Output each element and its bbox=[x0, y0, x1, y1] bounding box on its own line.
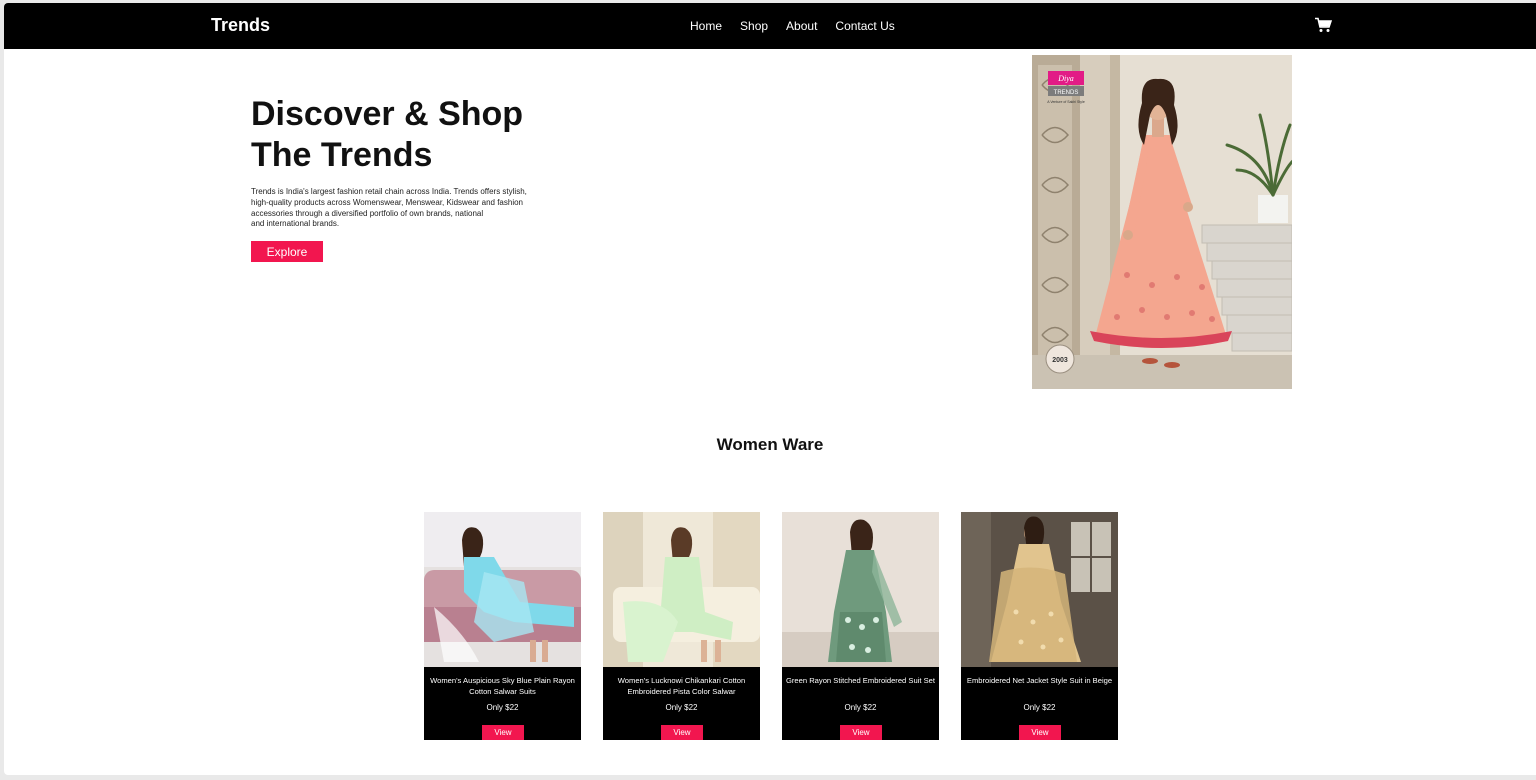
hero-description-line-1: Trends is India's largest fashion retail… bbox=[251, 187, 527, 196]
product-name: Green Rayon Stitched Embroidered Suit Se… bbox=[785, 676, 935, 685]
hero-image-art: Diya TRENDS A Venture of Sakhi Style 200… bbox=[1032, 55, 1292, 389]
hero-description: Trends is India's largest fashion retail… bbox=[251, 187, 551, 230]
product-card: Women's Lucknowi Chikankari Cotton Embro… bbox=[603, 512, 760, 740]
product-image[interactable] bbox=[782, 512, 939, 667]
product-image[interactable] bbox=[603, 512, 760, 667]
nav-link-home[interactable]: Home bbox=[690, 19, 722, 33]
page: Trends Home Shop About Contact Us Discov… bbox=[4, 3, 1536, 775]
hero-description-line-2: high-quality products across Womenswear,… bbox=[251, 197, 523, 207]
section-title: Women Ware bbox=[716, 435, 824, 454]
cart-icon bbox=[1315, 17, 1333, 32]
product-image[interactable] bbox=[961, 512, 1118, 667]
product-price: Only $22 bbox=[665, 703, 698, 712]
product-name: Women's Lucknowi Chikankari Cotton Embro… bbox=[617, 676, 746, 696]
badge-brand-label: TRENDS bbox=[1054, 90, 1079, 96]
product-image[interactable] bbox=[424, 512, 581, 667]
hero-title: Discover & Shop The Trends bbox=[251, 94, 581, 176]
view-button[interactable]: View bbox=[661, 725, 703, 740]
nav-link-about[interactable]: About bbox=[786, 19, 817, 33]
hero-description-line-4: and international brands. bbox=[251, 219, 340, 229]
nav-links: Home Shop About Contact Us bbox=[690, 19, 895, 33]
hero-description-line-3: accessories through a diversified portfo… bbox=[251, 208, 484, 218]
product-card: Embroidered Net Jacket Style Suit in Bei… bbox=[961, 512, 1118, 740]
hero-title-line-2: The Trends bbox=[251, 136, 433, 174]
product-price: Only $22 bbox=[844, 703, 877, 712]
badge-brand-mark: Diya bbox=[1057, 74, 1074, 83]
view-button[interactable]: View bbox=[482, 725, 524, 740]
view-button[interactable]: View bbox=[1019, 725, 1061, 740]
product-grid: Women's Auspicious Sky Blue Plain Rayon … bbox=[424, 512, 1118, 740]
hero-title-line-1: Discover & Shop bbox=[251, 95, 524, 133]
product-price: Only $22 bbox=[486, 703, 519, 712]
badge-code: 2003 bbox=[1052, 357, 1068, 364]
view-button[interactable]: View bbox=[840, 725, 882, 740]
product-price: Only $22 bbox=[1023, 703, 1056, 712]
brand-logo[interactable]: Trends bbox=[211, 15, 270, 36]
product-name: Embroidered Net Jacket Style Suit in Bei… bbox=[966, 676, 1113, 685]
cart-button[interactable] bbox=[1314, 17, 1333, 33]
product-name: Women's Auspicious Sky Blue Plain Rayon … bbox=[430, 676, 575, 696]
nav-link-shop[interactable]: Shop bbox=[740, 19, 768, 33]
badge-tagline: A Venture of Sakhi Style bbox=[1047, 100, 1085, 104]
product-card: Green Rayon Stitched Embroidered Suit Se… bbox=[782, 512, 939, 740]
product-card: Women's Auspicious Sky Blue Plain Rayon … bbox=[424, 512, 581, 740]
navbar: Trends Home Shop About Contact Us bbox=[4, 3, 1536, 49]
explore-button[interactable]: Explore bbox=[251, 241, 323, 262]
nav-link-contact[interactable]: Contact Us bbox=[835, 19, 894, 33]
hero-image: Diya TRENDS A Venture of Sakhi Style 200… bbox=[1032, 55, 1292, 389]
